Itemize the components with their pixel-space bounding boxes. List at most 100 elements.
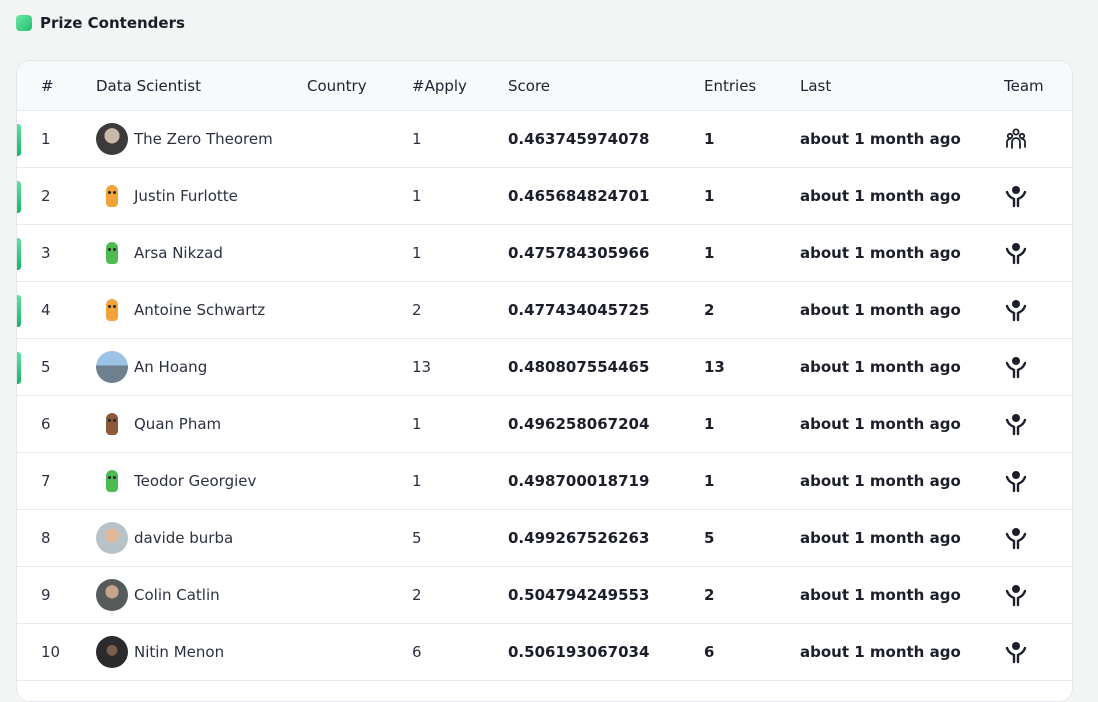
solo-person-icon[interactable] xyxy=(1004,184,1028,208)
team-cell xyxy=(1004,624,1028,680)
avatar[interactable] xyxy=(96,465,128,497)
data-scientist-name[interactable]: Teodor Georgiev xyxy=(134,472,256,490)
solo-person-icon[interactable] xyxy=(1004,298,1028,322)
data-scientist-name[interactable]: Quan Pham xyxy=(134,415,221,433)
header-team[interactable]: Team xyxy=(1004,61,1044,110)
entries-cell: 5 xyxy=(704,529,715,547)
table-row[interactable]: 8 davide burba 5 0.499267526263 5 about 1 mon… xyxy=(17,510,1072,567)
apply-cell: 1 xyxy=(412,472,422,490)
section-header: Prize Contenders xyxy=(16,14,185,32)
solo-person-icon[interactable] xyxy=(1004,583,1028,607)
apply-cell: 1 xyxy=(412,244,422,262)
table-row[interactable]: 1 The Zero Theorem 1 0.463745974078 1 about 1… xyxy=(17,111,1072,168)
header-entries[interactable]: Entries xyxy=(704,61,756,110)
avatar[interactable] xyxy=(96,636,128,668)
leaderboard-table: # Data Scientist Country #Apply Score En… xyxy=(16,60,1073,702)
avatar[interactable] xyxy=(96,408,128,440)
table-row[interactable]: 2 Justin Furlotte 1 0.465684824701 1 about 1 … xyxy=(17,168,1072,225)
last-cell: about 1 month ago xyxy=(800,586,961,604)
score-cell: 0.465684824701 xyxy=(508,187,650,205)
table-row[interactable]: 5 An Hoang 13 0.480807554465 13 about 1 month… xyxy=(17,339,1072,396)
table-row[interactable]: 6 Quan Pham 1 0.496258067204 1 about 1 month … xyxy=(17,396,1072,453)
team-cell xyxy=(1004,168,1028,224)
table-body: 1 The Zero Theorem 1 0.463745974078 1 about 1… xyxy=(17,111,1072,681)
data-scientist-cell[interactable]: Justin Furlotte xyxy=(96,168,238,224)
avatar[interactable] xyxy=(96,351,128,383)
data-scientist-name[interactable]: An Hoang xyxy=(134,358,207,376)
data-scientist-cell[interactable]: davide burba xyxy=(96,510,233,566)
solo-person-icon[interactable] xyxy=(1004,469,1028,493)
table-row[interactable]: 9 Colin Catlin 2 0.504794249553 2 about 1 mon… xyxy=(17,567,1072,624)
table-row[interactable]: 4 Antoine Schwartz 2 0.477434045725 2 about 1… xyxy=(17,282,1072,339)
table-row[interactable]: 3 Arsa Nikzad 1 0.475784305966 1 about 1 mont… xyxy=(17,225,1072,282)
avatar[interactable] xyxy=(96,180,128,212)
solo-person-icon[interactable] xyxy=(1004,355,1028,379)
header-country[interactable]: Country xyxy=(307,61,367,110)
avatar[interactable] xyxy=(96,522,128,554)
data-scientist-cell[interactable]: Teodor Georgiev xyxy=(96,453,256,509)
apply-cell: 1 xyxy=(412,187,422,205)
rank-cell: 6 xyxy=(41,415,51,433)
avatar[interactable] xyxy=(96,579,128,611)
team-cell xyxy=(1004,567,1028,623)
data-scientist-cell[interactable]: Colin Catlin xyxy=(96,567,220,623)
last-cell: about 1 month ago xyxy=(800,187,961,205)
data-scientist-cell[interactable]: Quan Pham xyxy=(96,396,221,452)
last-cell: about 1 month ago xyxy=(800,415,961,433)
solo-person-icon[interactable] xyxy=(1004,640,1028,664)
data-scientist-name[interactable]: The Zero Theorem xyxy=(134,130,273,148)
apply-cell: 13 xyxy=(412,358,432,376)
entries-cell: 13 xyxy=(704,358,725,376)
score-cell: 0.480807554465 xyxy=(508,358,650,376)
data-scientist-name[interactable]: Arsa Nikzad xyxy=(134,244,223,262)
last-cell: about 1 month ago xyxy=(800,529,961,547)
data-scientist-cell[interactable]: The Zero Theorem xyxy=(96,111,273,167)
data-scientist-name[interactable]: Nitin Menon xyxy=(134,643,224,661)
score-cell: 0.477434045725 xyxy=(508,301,650,319)
data-scientist-name[interactable]: Justin Furlotte xyxy=(134,187,238,205)
table-row[interactable]: 7 Teodor Georgiev 1 0.498700018719 1 about 1 … xyxy=(17,453,1072,510)
data-scientist-cell[interactable]: Arsa Nikzad xyxy=(96,225,223,281)
solo-person-icon[interactable] xyxy=(1004,412,1028,436)
entries-cell: 1 xyxy=(704,472,715,490)
apply-cell: 6 xyxy=(412,643,422,661)
prize-indicator xyxy=(17,238,21,270)
data-scientist-name[interactable]: davide burba xyxy=(134,529,233,547)
team-group-icon[interactable] xyxy=(1004,127,1028,151)
prize-indicator xyxy=(17,352,21,384)
apply-cell: 2 xyxy=(412,301,422,319)
rank-cell: 5 xyxy=(41,358,51,376)
team-cell xyxy=(1004,111,1028,167)
data-scientist-cell[interactable]: Nitin Menon xyxy=(96,624,224,680)
avatar[interactable] xyxy=(96,123,128,155)
team-cell xyxy=(1004,282,1028,338)
header-last[interactable]: Last xyxy=(800,61,831,110)
entries-cell: 1 xyxy=(704,244,715,262)
score-cell: 0.499267526263 xyxy=(508,529,650,547)
data-scientist-cell[interactable]: An Hoang xyxy=(96,339,207,395)
rank-cell: 10 xyxy=(41,643,61,661)
apply-cell: 1 xyxy=(412,130,422,148)
solo-person-icon[interactable] xyxy=(1004,241,1028,265)
apply-cell: 2 xyxy=(412,586,422,604)
score-cell: 0.496258067204 xyxy=(508,415,650,433)
data-scientist-cell[interactable]: Antoine Schwartz xyxy=(96,282,265,338)
solo-person-icon[interactable] xyxy=(1004,526,1028,550)
table-header: # Data Scientist Country #Apply Score En… xyxy=(17,61,1072,111)
data-scientist-name[interactable]: Colin Catlin xyxy=(134,586,220,604)
table-row[interactable]: 10 Nitin Menon 6 0.506193067034 6 about 1 mon… xyxy=(17,624,1072,681)
avatar[interactable] xyxy=(96,237,128,269)
score-cell: 0.475784305966 xyxy=(508,244,650,262)
entries-cell: 2 xyxy=(704,586,715,604)
prize-marker-icon xyxy=(16,15,32,31)
header-score[interactable]: Score xyxy=(508,61,550,110)
data-scientist-name[interactable]: Antoine Schwartz xyxy=(134,301,265,319)
avatar[interactable] xyxy=(96,294,128,326)
header-apply[interactable]: #Apply xyxy=(412,61,467,110)
header-rank[interactable]: # xyxy=(41,61,54,110)
last-cell: about 1 month ago xyxy=(800,643,961,661)
header-data-scientist[interactable]: Data Scientist xyxy=(96,61,201,110)
prize-indicator xyxy=(17,124,21,156)
last-cell: about 1 month ago xyxy=(800,358,961,376)
team-cell xyxy=(1004,339,1028,395)
